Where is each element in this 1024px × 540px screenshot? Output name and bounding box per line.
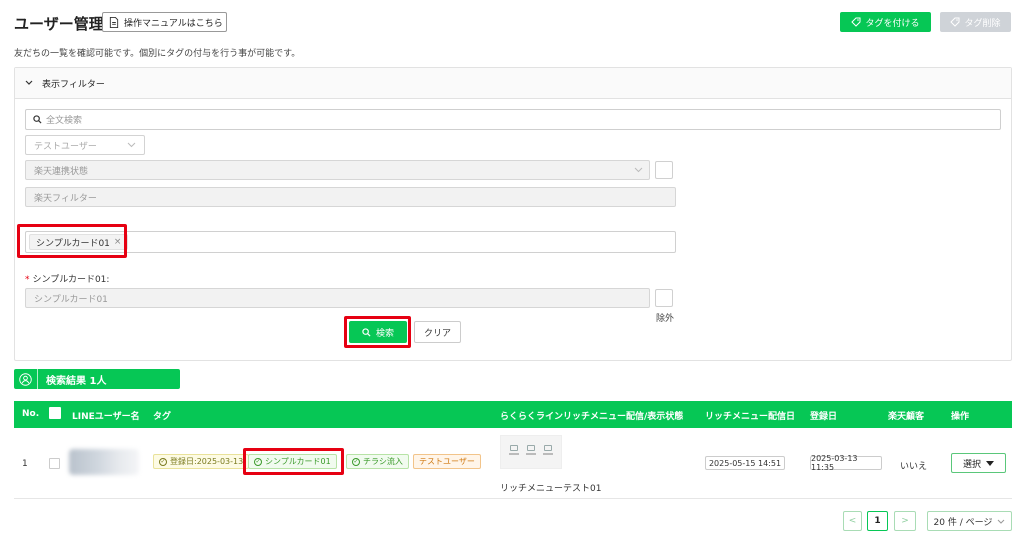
filter-panel-header[interactable]: 表示フィルター <box>15 68 1011 99</box>
card-field-input[interactable]: シンプルカード01 <box>25 288 650 308</box>
pagination-prev[interactable]: < <box>843 511 862 531</box>
col-action: 操作 <box>951 412 970 422</box>
pagination-next[interactable]: > <box>894 511 916 531</box>
fulltext-search-placeholder: 全文検索 <box>46 116 83 126</box>
chevron-down-icon <box>127 142 136 148</box>
menu-item-icon <box>508 445 520 459</box>
table-header: No. LINEユーザー名 タグ らくらくラインリッチメニュー配信/表示状態 リ… <box>14 401 1012 428</box>
highlight-box-tag <box>243 448 344 475</box>
tag-chip-label: 登録日:2025-03-13 <box>170 457 244 466</box>
table-row[interactable]: 1 ✓ 登録日:2025-03-13 ✓ シンプルカード01 ✓ チラシ流入 テ… <box>14 429 1012 499</box>
results-label: 検索結果 <box>46 375 86 387</box>
tag-icon <box>851 17 861 27</box>
tag-chip-label: テストユーザー <box>419 457 475 466</box>
action-select-label: 選択 <box>962 459 981 470</box>
registered-date: 2025-03-13 11:35 <box>810 454 882 472</box>
rakuten-filter-placeholder: 楽天フィルター <box>34 193 97 204</box>
page-title: ユーザー管理 <box>14 15 104 33</box>
rakuten-status-select-value: 楽天連携状態 <box>34 166 89 177</box>
remove-tag-button[interactable]: タグ削除 <box>940 12 1011 32</box>
rich-menu-date: 2025-05-15 14:51 <box>705 456 785 470</box>
page-subtitle: 友だちの一覧を確認可能です。個別にタグの付与を行う事が可能です。 <box>14 49 301 59</box>
exclude-checkbox[interactable] <box>655 289 673 307</box>
caret-down-icon <box>986 460 994 466</box>
highlight-box-tag-chip <box>17 224 127 258</box>
row-checkbox[interactable] <box>49 458 60 469</box>
remove-tag-label: タグ削除 <box>964 18 1001 29</box>
tag-chip-label: チラシ流入 <box>363 457 403 466</box>
add-tag-label: タグを付ける <box>865 18 920 29</box>
col-registered: 登録日 <box>810 412 838 422</box>
exclude-label: 除外 <box>656 314 675 324</box>
rakuten-filter-input[interactable]: 楽天フィルター <box>25 187 676 207</box>
col-no: No. <box>22 409 40 419</box>
page-size-select[interactable]: 20 件 / ページ <box>927 511 1012 531</box>
check-circle-icon: ✓ <box>159 457 167 466</box>
results-count-badge: 検索結果 1人 <box>14 369 180 389</box>
rakuten-customer: いいえ <box>900 462 928 472</box>
search-icon <box>33 115 42 124</box>
rich-menu-thumbnail <box>500 435 562 469</box>
rakuten-status-select[interactable]: 楽天連携状態 <box>25 160 650 180</box>
menu-item-icon <box>542 445 554 459</box>
check-circle-icon: ✓ <box>352 457 360 466</box>
card-field-placeholder: シンプルカード01 <box>34 294 108 305</box>
user-icon <box>19 372 32 386</box>
required-mark: * <box>25 275 30 285</box>
chevron-down-icon <box>25 80 33 85</box>
manual-button[interactable]: 操作マニュアルはこちら <box>102 12 227 32</box>
tag-icon <box>950 17 960 27</box>
tag-chip: ✓ チラシ流入 <box>346 454 409 469</box>
select-all-checkbox[interactable] <box>49 407 61 419</box>
rich-menu-name: リッチメニューテスト01 <box>500 484 602 494</box>
manual-button-label: 操作マニュアルはこちら <box>124 18 223 29</box>
pagination-page[interactable]: 1 <box>867 511 888 531</box>
chevron-down-icon <box>634 167 643 173</box>
row-no: 1 <box>22 459 28 469</box>
avatar <box>69 449 139 475</box>
results-count: 1人 <box>89 375 107 387</box>
test-user-select-value: テストユーザー <box>34 141 97 152</box>
page-size-label: 20 件 / ページ <box>933 517 993 528</box>
col-rich-menu: らくらくラインリッチメニュー配信/表示状態 <box>500 412 684 422</box>
col-line-user: LINEユーザー名 <box>72 412 140 422</box>
highlight-box-search-button <box>344 316 411 348</box>
test-user-select[interactable]: テストユーザー <box>25 135 145 155</box>
add-tag-button[interactable]: タグを付ける <box>840 12 931 32</box>
chevron-down-icon <box>998 519 1005 524</box>
action-select[interactable]: 選択 <box>951 453 1006 473</box>
card-field-label-text: シンプルカード01: <box>32 275 110 285</box>
card-field-label: * シンプルカード01: <box>25 272 109 285</box>
rakuten-status-checkbox[interactable] <box>655 161 673 179</box>
col-rich-menu-date: リッチメニュー配信日 <box>705 412 796 422</box>
tag-chip: ✓ 登録日:2025-03-13 <box>153 454 250 469</box>
fulltext-search-input[interactable]: 全文検索 <box>25 109 1001 130</box>
filter-panel-title: 表示フィルター <box>42 79 105 90</box>
clear-button[interactable]: クリア <box>414 321 461 343</box>
col-tag: タグ <box>153 412 172 422</box>
tag-chip: テストユーザー <box>413 454 481 469</box>
col-rakuten: 楽天顧客 <box>888 412 925 422</box>
document-icon <box>109 16 119 28</box>
menu-item-icon <box>525 445 537 459</box>
